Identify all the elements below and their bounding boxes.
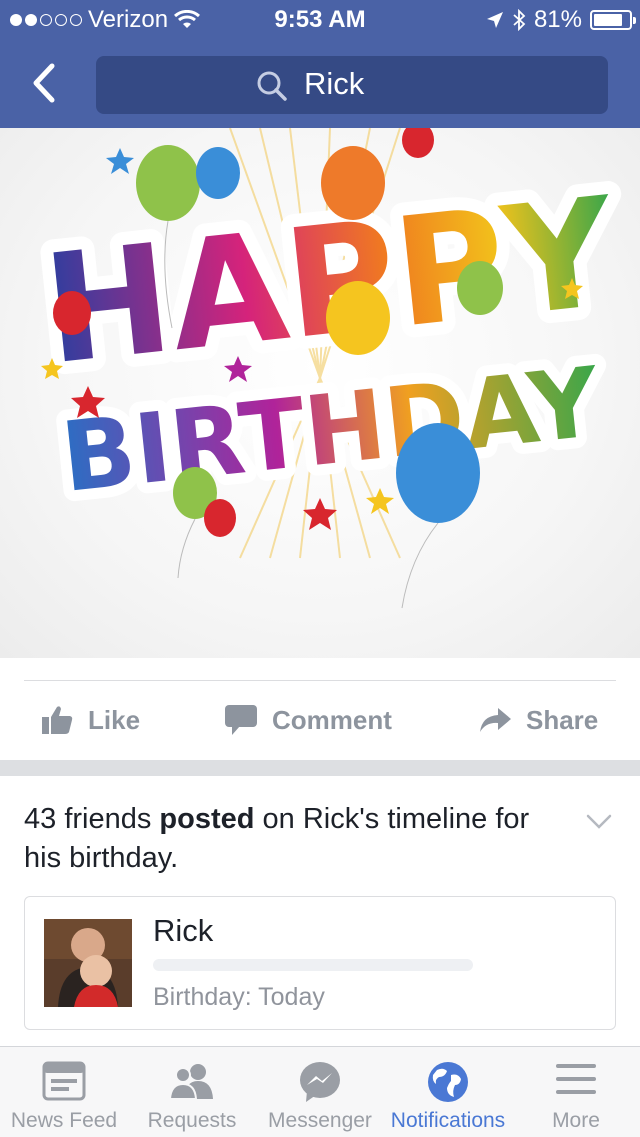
search-icon bbox=[257, 71, 287, 101]
divider bbox=[24, 680, 616, 681]
comment-label: Comment bbox=[272, 704, 392, 735]
globe-icon bbox=[428, 1062, 468, 1102]
story-text[interactable]: 43 friends posted on Rick's timeline for… bbox=[24, 800, 544, 878]
like-button[interactable]: Like bbox=[42, 700, 140, 740]
battery-percent: 81% bbox=[533, 6, 582, 33]
obscured-text bbox=[153, 959, 473, 971]
tab-notifications[interactable]: Notifications bbox=[384, 1047, 512, 1137]
like-label: Like bbox=[88, 704, 141, 735]
tab-requests[interactable]: Requests bbox=[128, 1047, 256, 1137]
comment-bubble-icon bbox=[225, 705, 257, 735]
navigation-bar: Rick bbox=[0, 40, 640, 128]
friend-requests-icon bbox=[168, 1064, 213, 1100]
news-feed-icon bbox=[42, 1061, 86, 1101]
tab-news-feed[interactable]: News Feed bbox=[0, 1047, 128, 1137]
menu-icon bbox=[556, 1064, 596, 1094]
search-field[interactable]: Rick bbox=[96, 56, 608, 114]
tab-messenger[interactable]: Messenger bbox=[256, 1047, 384, 1137]
thumbs-up-icon bbox=[42, 706, 73, 734]
location-arrow-icon bbox=[486, 12, 503, 28]
birthday-subtitle: Birthday: Today bbox=[153, 983, 325, 1011]
birthday-illustration: HAPPY HAPPY BIRTHDAY BIRTHDAY bbox=[24, 128, 637, 609]
comment-button[interactable]: Comment bbox=[224, 700, 392, 740]
share-label: Share bbox=[526, 704, 599, 735]
tab-bar: News Feed Requests Messenger Notificatio… bbox=[0, 1046, 640, 1137]
avatar[interactable] bbox=[44, 919, 132, 1007]
happy-birthday-image[interactable]: HAPPY HAPPY BIRTHDAY BIRTHDAY bbox=[0, 128, 640, 658]
birthday-story: 43 friends posted on Rick's timeline for… bbox=[0, 776, 640, 1046]
section-separator bbox=[0, 760, 640, 776]
profile-name: Rick bbox=[153, 913, 214, 948]
tab-more[interactable]: More bbox=[512, 1047, 640, 1137]
post-actions: Like Comment Share bbox=[0, 660, 640, 760]
search-text: Rick bbox=[304, 66, 365, 101]
back-chevron-icon[interactable] bbox=[22, 58, 72, 108]
share-arrow-icon bbox=[480, 708, 511, 732]
bluetooth-icon bbox=[513, 9, 526, 31]
messenger-icon bbox=[300, 1062, 340, 1102]
chevron-down-icon[interactable] bbox=[586, 814, 612, 830]
share-button[interactable]: Share bbox=[478, 700, 598, 740]
battery-icon bbox=[590, 10, 636, 30]
profile-card[interactable]: Rick Birthday: Today bbox=[24, 896, 616, 1030]
status-bar: Verizon 9:53 AM 81% bbox=[0, 0, 640, 40]
